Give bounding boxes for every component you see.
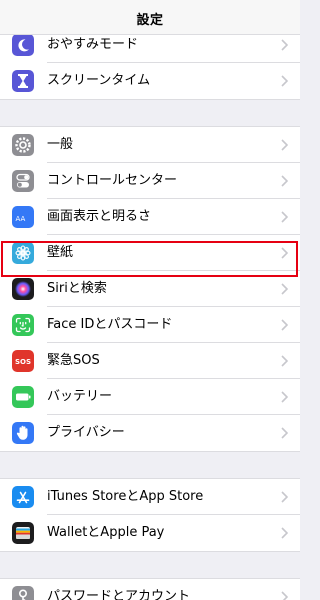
chevron-right-icon [281,139,288,151]
sos-icon: SOS [12,350,34,372]
settings-row-label: 一般 [47,137,74,152]
settings-row-label: コントロールセンター [47,173,178,188]
face-id-icon [12,314,34,336]
settings-row-general[interactable]: 一般 [0,127,300,163]
wallet-icon [12,522,34,544]
settings-row-face-id[interactable]: Face IDとパスコード [0,307,300,343]
settings-row-label: Face IDとパスコード [47,317,173,332]
hourglass-icon [12,70,34,92]
chevron-right-icon [281,527,288,539]
settings-group-focus: おやすみモード スクリーンタイム [0,26,300,100]
chevron-right-icon [281,355,288,367]
settings-row-label: 緊急SOS [47,353,100,368]
settings-row-label: 壁紙 [47,245,74,260]
settings-row-label: 画面表示と明るさ [47,209,152,224]
settings-row-label: Siriと検索 [47,281,107,296]
chevron-right-icon [281,247,288,259]
chevron-right-icon [281,175,288,187]
settings-row-label: スクリーンタイム [47,73,151,88]
settings-row-label: バッテリー [47,389,113,404]
siri-icon [12,278,34,300]
battery-icon [12,386,34,408]
moon-icon [12,34,34,56]
toggles-icon [12,170,34,192]
chevron-right-icon [281,75,288,87]
chevron-right-icon [281,319,288,331]
settings-row-label: パスワードとアカウント [47,589,191,600]
chevron-right-icon [281,211,288,223]
hand-icon [12,422,34,444]
chevron-right-icon [281,591,288,600]
settings-row-label: iTunes StoreとApp Store [47,489,204,504]
settings-row-label: プライバシー [47,425,125,440]
settings-row-control-center[interactable]: コントロールセンター [0,163,300,199]
settings-screen: 設定 おやすみモード スクリーンタイム 一般 コントロールセンター AA 画面表… [0,0,300,600]
settings-group-accounts: パスワードとアカウント [0,578,300,600]
settings-row-label: おやすみモード [47,37,139,52]
svg-text:SOS: SOS [15,358,31,366]
settings-row-display-brightness[interactable]: AA 画面表示と明るさ [0,199,300,235]
settings-row-emergency-sos[interactable]: SOS 緊急SOS [0,343,300,379]
chevron-right-icon [281,39,288,51]
flower-icon [12,242,34,264]
settings-row-itunes-app-store[interactable]: iTunes StoreとApp Store [0,479,300,515]
key-icon [12,586,34,600]
gear-icon [12,134,34,156]
svg-text:AA: AA [16,215,26,223]
settings-row-label: WalletとApple Pay [47,525,165,540]
chevron-right-icon [281,491,288,503]
chevron-right-icon [281,283,288,295]
settings-row-siri-search[interactable]: Siriと検索 [0,271,300,307]
settings-row-wallet-apple-pay[interactable]: WalletとApple Pay [0,515,300,551]
settings-row-passwords-accounts[interactable]: パスワードとアカウント [0,579,300,600]
settings-row-screen-time[interactable]: スクリーンタイム [0,63,300,99]
settings-group-stores: iTunes StoreとApp Store WalletとApple Pay [0,478,300,552]
chevron-right-icon [281,391,288,403]
navigation-bar: 設定 [0,0,300,35]
settings-row-wallpaper[interactable]: 壁紙 [0,235,300,271]
page-title: 設定 [136,13,164,28]
app-store-icon [12,486,34,508]
settings-group-device: 一般 コントロールセンター AA 画面表示と明るさ 壁紙 Siriと検索 Fac… [0,126,300,452]
settings-row-battery[interactable]: バッテリー [0,379,300,415]
text-size-icon: AA [12,206,34,228]
chevron-right-icon [281,427,288,439]
settings-row-privacy[interactable]: プライバシー [0,415,300,451]
